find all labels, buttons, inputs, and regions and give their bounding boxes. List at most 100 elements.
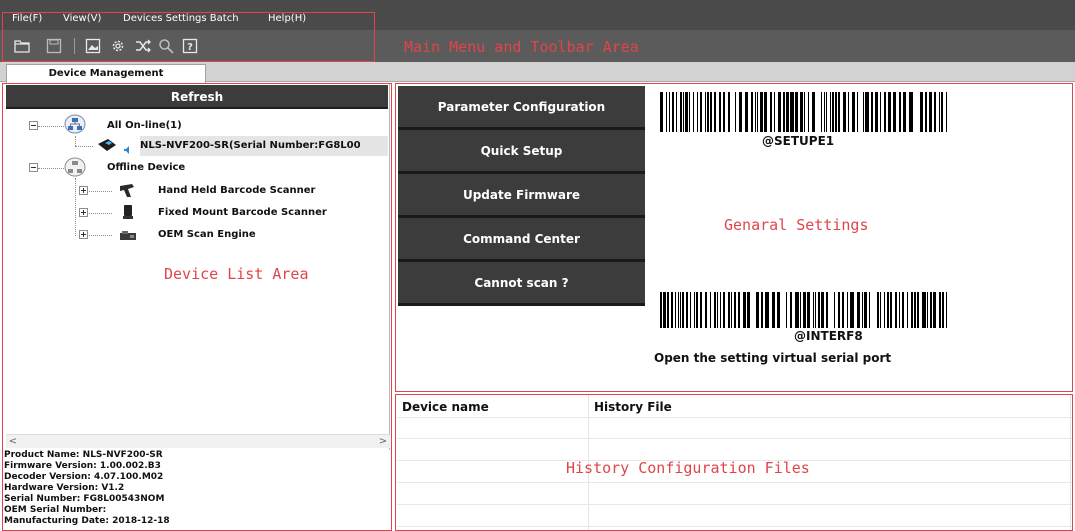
quick-setup-button[interactable]: Quick Setup [398,130,645,174]
tree-collapse-online[interactable] [29,121,38,130]
magnify-icon[interactable] [158,38,174,54]
barcode-bar [934,92,936,132]
tree-connector [38,168,64,169]
barcode-bar [834,292,835,328]
info-hardware-version: Hardware Version: V1.2 [4,483,125,493]
history-col-device-name[interactable]: Device name [402,400,489,414]
barcode-bar [690,292,691,328]
barcode-bar [778,92,781,132]
tree-item-fixed-mount[interactable]: Fixed Mount Barcode Scanner [158,203,327,223]
barcode-bar [666,92,667,132]
parameter-configuration-button[interactable]: Parameter Configuration [398,86,645,130]
barcode-bar [765,292,769,328]
scroll-right-icon[interactable]: > [376,435,390,449]
shuffle-icon[interactable] [135,38,151,54]
history-row-rule [397,504,1073,505]
scanner-device-icon [96,136,122,158]
info-oem-serial-number: OEM Serial Number: [4,505,107,515]
fixed-mount-scanner-icon [121,203,135,225]
barcode-bar [685,92,688,132]
barcode-bar [786,292,787,328]
tree-item-handheld[interactable]: Hand Held Barcode Scanner [158,181,315,201]
tree-item-oem-engine[interactable]: OEM Scan Engine [158,225,256,245]
menu-devices-settings-batch[interactable]: Devices Settings Batch [123,13,239,24]
barcode-bar [899,292,900,328]
barcode-bar [929,92,932,132]
save-icon[interactable] [46,38,62,54]
barcode-bar [705,292,707,328]
barcode-bar [824,92,825,132]
barcode-bar [815,292,816,328]
barcode-bar [731,292,732,328]
barcode-bar [738,292,740,328]
barcode-bar [830,92,831,132]
tree-expand-fixed-mount[interactable] [79,208,88,217]
barcode-bar [821,92,822,132]
tree-connector [38,126,64,127]
tree-collapse-offline[interactable] [29,163,38,172]
barcode-bar [835,92,837,132]
barcode-bar [764,92,767,132]
command-center-button[interactable]: Command Center [398,218,645,262]
tree-group-offline[interactable]: Offline Device [107,158,185,178]
barcode-bar [680,92,682,132]
tree-horizontal-scrollbar[interactable]: < > [6,434,390,448]
barcode-bar [850,292,854,328]
barcode-bar [863,92,864,132]
barcode-bar [790,292,792,328]
barcode-bar [884,92,886,132]
cannot-scan-button[interactable]: Cannot scan ? [398,262,645,306]
history-col-history-file[interactable]: History File [594,400,672,414]
barcode-bar [700,92,702,132]
help-icon[interactable]: ? [182,38,198,54]
barcode-bar [821,292,824,328]
barcode-bar [671,292,673,328]
folder-open-icon[interactable] [14,38,30,54]
barcode-bar [675,292,676,328]
tree-connector [84,213,112,214]
barcode-bar [719,92,721,132]
tree-expand-oem[interactable] [79,230,88,239]
menu-help[interactable]: Help(H) [268,13,306,24]
tree-group-online[interactable]: All On-line(1) [107,116,182,136]
barcode-bar [877,292,879,328]
gear-icon[interactable] [110,38,126,54]
barcode-bar [772,292,775,328]
barcode-bar [786,92,789,132]
barcode-bar [852,92,855,132]
menu-view[interactable]: View(V) [63,13,101,24]
update-firmware-button[interactable]: Update Firmware [398,174,645,218]
barcode-bar [812,92,815,132]
barcode-bar [838,92,840,132]
handheld-scanner-icon [118,182,138,202]
barcode-bar [838,292,840,328]
scroll-left-icon[interactable]: < [6,435,20,449]
barcode-bar [826,292,828,328]
barcode-bar [832,92,834,132]
barcode-bar [869,292,870,328]
tab-device-management[interactable]: Device Management [6,64,206,83]
barcode-bar [686,292,688,328]
barcode-bar [683,92,684,132]
tree-item-online-device[interactable]: NLS-NVF200-SR(Serial Number:FG8L00 [140,136,388,156]
tab-strip: Device Management [0,62,1075,83]
annotation-label-menu-toolbar: Main Menu and Toolbar Area [404,38,639,56]
barcode-bar [660,292,662,328]
history-row-rule [397,438,1073,439]
tree-connector [84,191,112,192]
barcode-bar [911,292,913,328]
barcode-bar [770,92,772,132]
menu-file[interactable]: File(F) [12,13,42,24]
virtual-serial-port-note: Open the setting virtual serial port [654,351,892,365]
barcode-bar [761,292,763,328]
barcode-bar [920,92,923,132]
barcode-bar [783,92,785,132]
barcode-bar [804,92,805,132]
barcode-bar [930,292,932,328]
barcode-bar [696,292,698,328]
image-icon[interactable] [85,38,101,54]
barcode-bar [871,92,873,132]
tree-expand-handheld[interactable] [79,186,88,195]
refresh-button[interactable]: Refresh [6,85,388,109]
barcode-bar [848,92,849,132]
